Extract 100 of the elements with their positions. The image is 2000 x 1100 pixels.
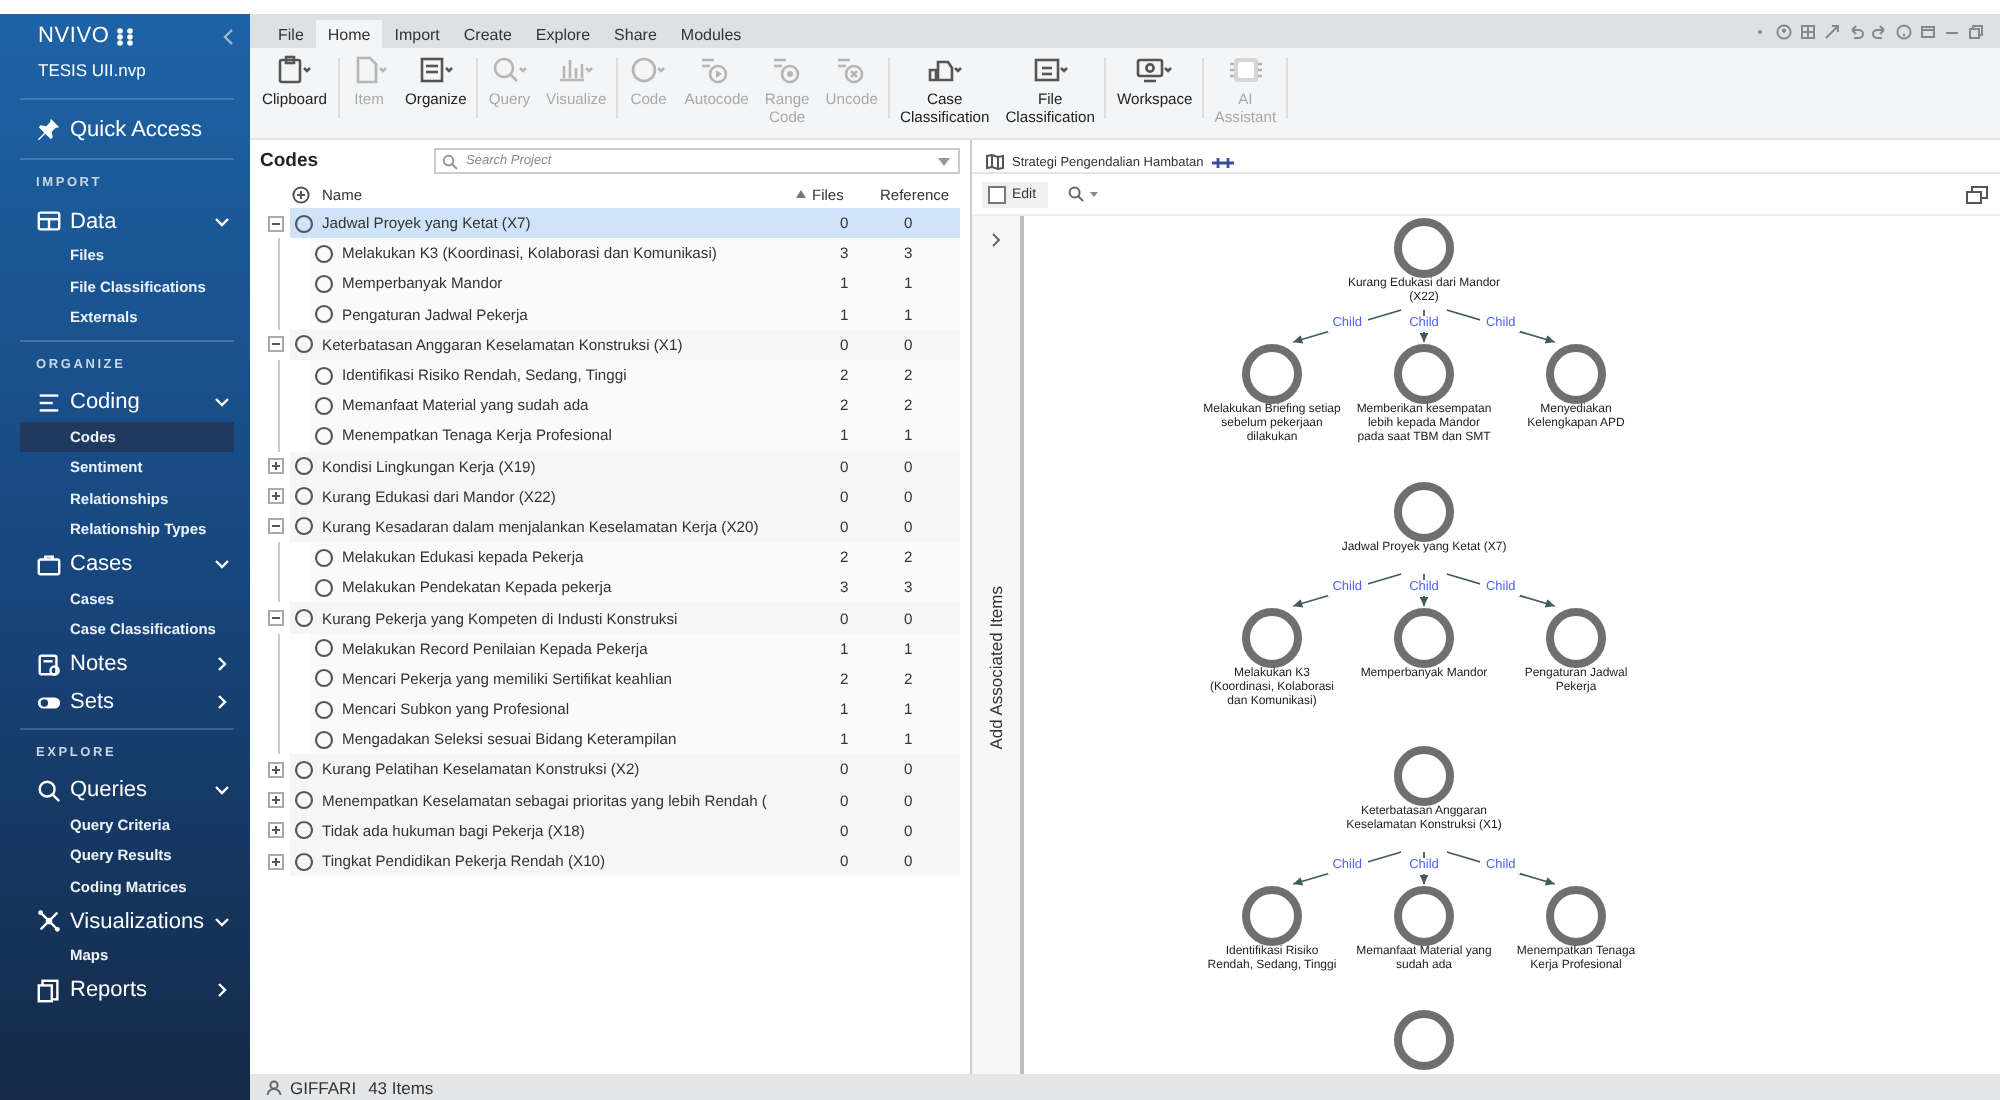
node-circle — [1394, 344, 1454, 404]
code-circle-icon — [314, 395, 334, 416]
code-circle-icon — [294, 759, 314, 780]
menu-tab[interactable]: Share — [602, 20, 669, 48]
code-circle-icon — [294, 516, 314, 537]
menu-tab[interactable]: Explore — [523, 20, 603, 48]
code-circle-icon — [294, 486, 314, 507]
table-icon — [36, 208, 62, 234]
chevron-right-icon — [214, 694, 230, 710]
connector-arrow — [1292, 309, 1403, 344]
clipboard-icon — [274, 54, 315, 86]
menu-tab[interactable]: Modules — [668, 20, 754, 48]
nav-group[interactable]: Notes — [20, 645, 234, 683]
code-circle-icon — [314, 668, 334, 689]
code-circle-icon — [314, 699, 334, 720]
chevron-right-icon[interactable] — [990, 232, 1002, 248]
side-panel[interactable]: Add Associated Items — [972, 216, 1024, 1074]
collapse-icon[interactable] — [268, 215, 284, 232]
expand-icon[interactable] — [268, 458, 284, 475]
chevron-down-icon — [214, 913, 230, 929]
expand-icon[interactable] — [268, 488, 284, 505]
node-circle — [1242, 608, 1302, 668]
zoom-icon[interactable] — [1068, 186, 1101, 202]
side-panel-label[interactable]: Add Associated Items — [986, 586, 1006, 750]
code-circle-icon — [314, 273, 334, 294]
chevron-right-icon — [214, 982, 230, 998]
collapse-icon[interactable] — [268, 336, 284, 353]
node-circle — [1242, 886, 1302, 946]
undo-icon[interactable] — [1848, 23, 1864, 39]
collapse-icon[interactable] — [268, 610, 284, 627]
search-icon — [36, 777, 62, 803]
code-circle-icon — [294, 820, 314, 841]
nav-group[interactable]: Reports — [20, 971, 234, 1009]
collapse-icon[interactable] — [222, 27, 234, 45]
menu-tab[interactable]: Import — [382, 20, 452, 48]
chip-icon — [1225, 54, 1266, 86]
chevron-down-icon — [214, 394, 230, 410]
chevron-down-icon — [214, 782, 230, 798]
network-icon — [36, 908, 62, 934]
node-circle — [1394, 482, 1454, 542]
list-icon — [415, 54, 456, 86]
grid-icon[interactable] — [1800, 23, 1816, 39]
connector-arrow — [1292, 573, 1403, 608]
code-circle-icon — [294, 608, 314, 629]
project-name: TESIS UII.nvp — [38, 60, 148, 80]
nav-group[interactable]: Visualizations — [20, 902, 234, 940]
code-circle-icon — [314, 243, 334, 264]
dots-icon — [115, 27, 136, 45]
expand-icon[interactable] — [268, 761, 284, 778]
collapse-icon[interactable] — [268, 518, 284, 535]
code-circle-icon — [314, 304, 334, 325]
connector-arrow — [1445, 851, 1556, 886]
add-circle-icon[interactable] — [292, 185, 310, 203]
item-count: 43 Items — [368, 1077, 434, 1097]
panel-title: Codes — [260, 150, 321, 172]
menu-tab[interactable]: File — [266, 20, 316, 48]
monitor-icon — [1134, 54, 1175, 86]
user-name: GIFFARI — [290, 1077, 357, 1097]
magnifier-icon — [489, 54, 530, 86]
node-circle — [1394, 608, 1454, 668]
panel-icon[interactable] — [1920, 23, 1936, 39]
code-circle-icon — [294, 213, 314, 234]
code-circle-icon — [314, 365, 334, 386]
code-circle-icon — [294, 334, 314, 355]
code-circle-icon — [314, 425, 334, 446]
nav-group[interactable]: Sets — [20, 683, 234, 721]
expand-icon[interactable] — [268, 792, 284, 809]
menu-tab[interactable]: Home — [315, 20, 383, 48]
connector-arrow — [1445, 573, 1556, 608]
node-circle — [1546, 886, 1606, 946]
report-icon — [36, 977, 62, 1003]
node-circle — [1546, 608, 1606, 668]
nav-group[interactable]: Coding — [20, 383, 234, 421]
code-circle-icon — [314, 547, 334, 568]
quick-access[interactable]: Quick Access — [20, 108, 234, 152]
notebook-icon — [36, 651, 62, 677]
chevron-down-icon — [214, 213, 230, 229]
expand-icon[interactable] — [268, 822, 284, 839]
node-circle — [1394, 746, 1454, 806]
code-circle-icon — [294, 851, 314, 872]
node-circle — [1394, 886, 1454, 946]
redo-icon[interactable] — [1872, 23, 1888, 39]
bar-chart-icon — [556, 54, 597, 86]
node-circle — [1242, 344, 1302, 404]
code-circle-icon — [294, 456, 314, 477]
restore-icon[interactable] — [1966, 185, 1988, 203]
code-circle-icon — [314, 577, 334, 598]
circle-icon — [628, 54, 669, 86]
code-circle-icon — [314, 638, 334, 659]
briefcase-icon — [36, 551, 62, 577]
map-icon — [986, 154, 1004, 170]
nav-group[interactable]: Cases — [20, 545, 234, 583]
nav-group[interactable]: Data — [20, 202, 234, 240]
nav-group[interactable]: Queries — [20, 771, 234, 809]
expand-icon[interactable] — [268, 853, 284, 870]
caret-icon[interactable] — [938, 157, 950, 165]
file-classification-icon — [1030, 54, 1071, 86]
code-circle-icon — [314, 729, 334, 750]
node-circle — [1546, 344, 1606, 404]
menu-tab[interactable]: Create — [451, 20, 524, 48]
